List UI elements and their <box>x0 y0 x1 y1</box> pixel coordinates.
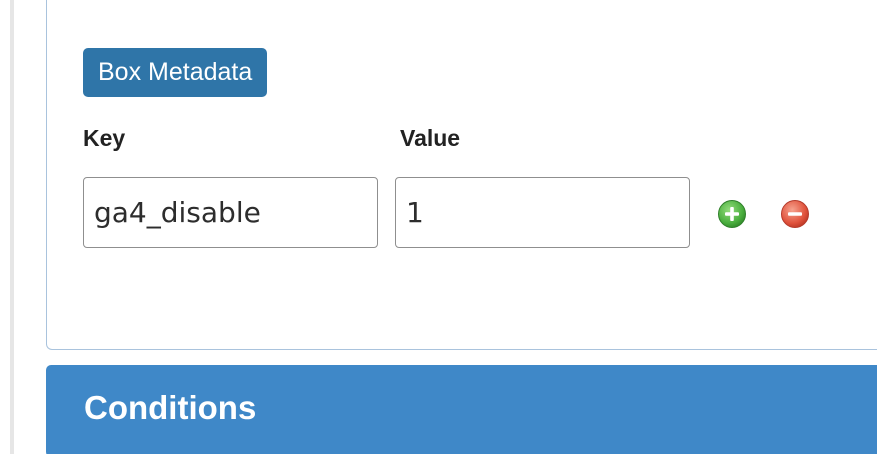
remove-row-button[interactable] <box>779 198 811 230</box>
metadata-key-input[interactable] <box>83 177 378 248</box>
add-row-button[interactable] <box>716 198 748 230</box>
metadata-value-input[interactable] <box>395 177 690 248</box>
left-divider <box>10 0 14 454</box>
plus-circle-icon <box>718 200 746 228</box>
conditions-section-header[interactable]: Conditions <box>46 365 877 454</box>
page: Box Metadata Key Value ga4_disable 1 Con… <box>0 0 877 454</box>
minus-circle-icon <box>781 200 809 228</box>
key-label: Key <box>83 125 126 151</box>
value-label: Value <box>400 125 461 151</box>
box-metadata-badge: Box Metadata <box>83 48 268 97</box>
conditions-title: Conditions <box>84 389 257 426</box>
